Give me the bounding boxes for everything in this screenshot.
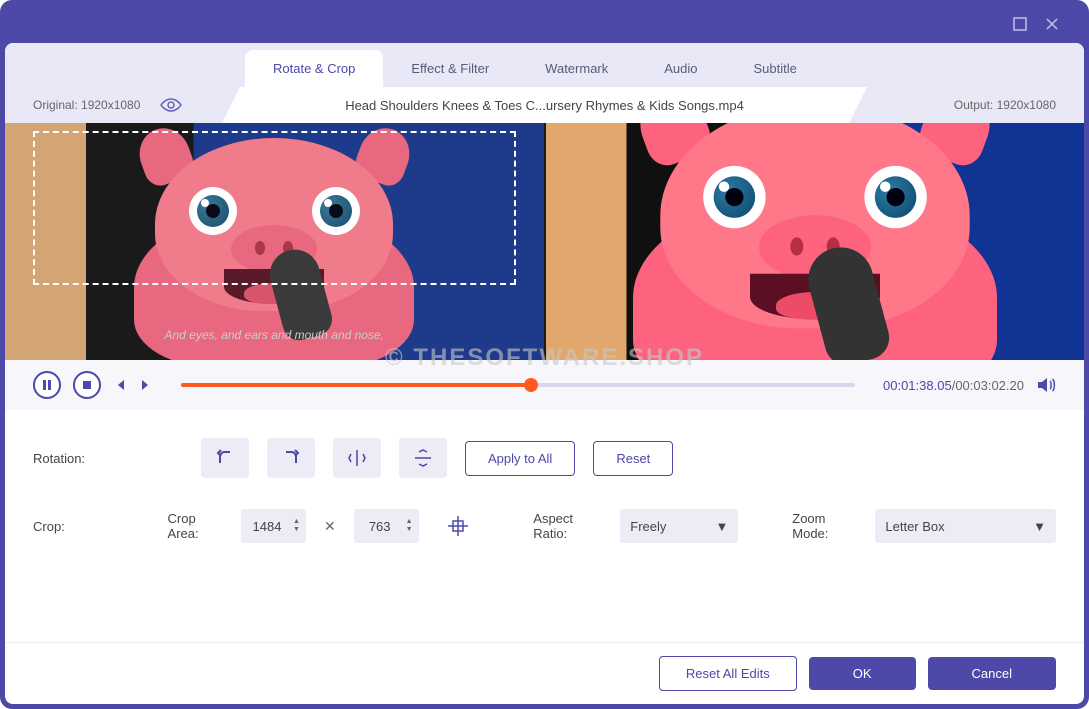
volume-icon[interactable] [1036, 376, 1056, 394]
output-resolution: Output: 1920x1080 [849, 87, 1084, 123]
timeline-slider[interactable] [181, 383, 855, 387]
rotate-right-button[interactable] [267, 438, 315, 478]
tab-effect-filter[interactable]: Effect & Filter [383, 50, 517, 87]
chevron-down-icon: ▼ [1033, 519, 1046, 534]
rotate-left-button[interactable] [201, 438, 249, 478]
cancel-button[interactable]: Cancel [928, 657, 1056, 690]
zoom-mode-value: Letter Box [885, 519, 944, 534]
chevron-down-icon: ▼ [716, 519, 729, 534]
preview-area: And eyes, and ears and mouth and nose, [5, 123, 1084, 360]
subtitle-text: And eyes, and ears and mouth and nose, [5, 328, 544, 342]
crop-height-spinner[interactable]: ▲▼ [354, 509, 419, 543]
ok-button[interactable]: OK [809, 657, 916, 690]
crop-width-spinner[interactable]: ▲▼ [241, 509, 306, 543]
flip-horizontal-button[interactable] [333, 438, 381, 478]
aspect-ratio-label: Aspect Ratio: [533, 511, 602, 541]
tab-rotate-crop[interactable]: Rotate & Crop [245, 50, 383, 87]
watermark-text: © THESOFTWARE.SHOP [385, 344, 704, 372]
original-preview[interactable]: And eyes, and ears and mouth and nose, [5, 123, 544, 360]
aspect-ratio-value: Freely [630, 519, 666, 534]
original-resolution: Original: 1920x1080 [5, 87, 240, 123]
timeline-thumb[interactable] [524, 378, 538, 392]
width-up[interactable]: ▲ [293, 518, 300, 526]
total-time: 00:03:02.20 [955, 378, 1024, 393]
crop-height-input[interactable] [354, 519, 406, 534]
flip-vertical-button[interactable] [399, 438, 447, 478]
tab-bar: Rotate & Crop Effect & Filter Watermark … [5, 43, 1084, 87]
tab-audio[interactable]: Audio [636, 50, 725, 87]
height-down[interactable]: ▼ [406, 526, 413, 534]
center-crop-icon[interactable] [437, 506, 480, 546]
width-down[interactable]: ▼ [293, 526, 300, 534]
preview-eye-icon[interactable] [160, 98, 182, 112]
crop-label: Crop: [33, 519, 103, 534]
close-button[interactable] [1040, 12, 1064, 36]
app-window: Rotate & Crop Effect & Filter Watermark … [0, 0, 1089, 709]
crop-area-label: Crop Area: [168, 511, 223, 541]
crop-width-input[interactable] [241, 519, 293, 534]
tab-subtitle[interactable]: Subtitle [726, 50, 825, 87]
zoom-mode-select[interactable]: Letter Box ▼ [875, 509, 1056, 543]
height-up[interactable]: ▲ [406, 518, 413, 526]
edit-panel: Rotation: Apply to All Reset Crop: Crop … [5, 410, 1084, 642]
pause-button[interactable] [33, 371, 61, 399]
info-bar: Original: 1920x1080 Head Shoulders Knees… [5, 87, 1084, 123]
footer: Reset All Edits OK Cancel [5, 642, 1084, 704]
apply-all-button[interactable]: Apply to All [465, 441, 575, 476]
output-preview [546, 123, 1085, 360]
reset-all-button[interactable]: Reset All Edits [659, 656, 797, 691]
rotation-label: Rotation: [33, 451, 103, 466]
stop-button[interactable] [73, 371, 101, 399]
rotation-row: Rotation: Apply to All Reset [33, 438, 1056, 478]
reset-rotation-button[interactable]: Reset [593, 441, 673, 476]
aspect-ratio-select[interactable]: Freely ▼ [620, 509, 738, 543]
timeline-progress [181, 383, 531, 387]
original-label: Original: 1920x1080 [33, 98, 140, 112]
zoom-mode-label: Zoom Mode: [792, 511, 857, 541]
current-time: 00:01:38.05 [883, 378, 952, 393]
crop-row: Crop: Crop Area: ▲▼ ✕ ▲▼ Aspect Ratio: F… [33, 506, 1056, 546]
multiply-icon: ✕ [324, 518, 336, 535]
prev-frame-button[interactable] [113, 378, 127, 392]
titlebar [5, 5, 1084, 43]
tab-watermark[interactable]: Watermark [517, 50, 636, 87]
minimize-button[interactable] [1008, 12, 1032, 36]
next-frame-button[interactable] [139, 378, 153, 392]
content-area: Rotate & Crop Effect & Filter Watermark … [5, 43, 1084, 704]
